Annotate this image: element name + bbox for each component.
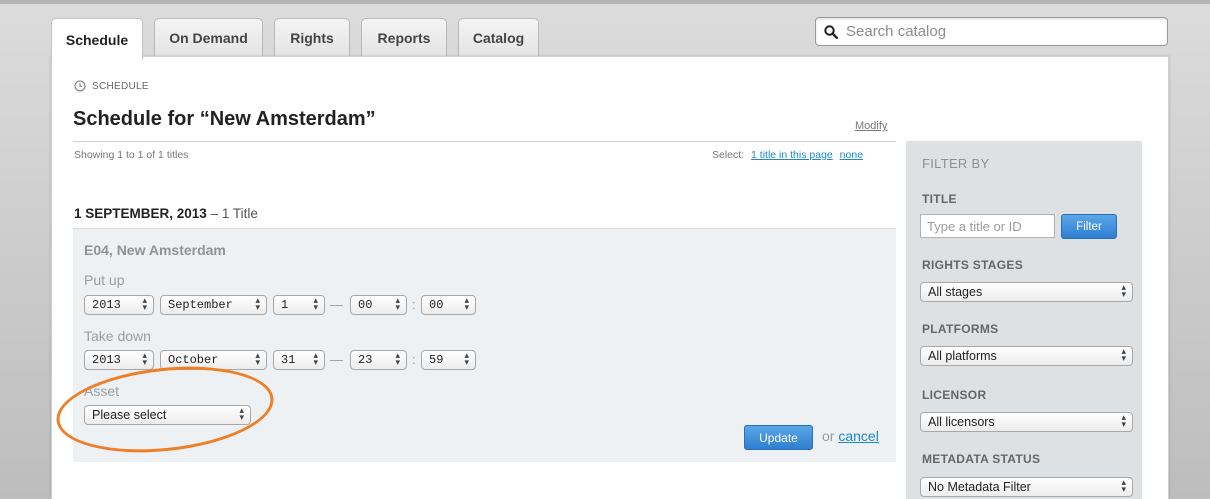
tab-reports[interactable]: Reports bbox=[361, 18, 447, 56]
search-input[interactable] bbox=[844, 22, 1164, 41]
select-value: 31 bbox=[281, 353, 296, 367]
up-down-arrows-icon: ▴ ▾ bbox=[1121, 283, 1126, 300]
take-down-month-select[interactable]: October ▴ ▾ bbox=[160, 350, 267, 370]
put-up-minute-select[interactable]: 00 ▴ ▾ bbox=[421, 295, 476, 315]
tab-on-demand[interactable]: On Demand bbox=[154, 18, 263, 56]
window-top-edge bbox=[0, 0, 1210, 4]
tab-catalog[interactable]: Catalog bbox=[458, 18, 539, 56]
page-title: Schedule for “New Amsterdam” bbox=[73, 108, 376, 130]
breadcrumb: SCHEDULE bbox=[74, 80, 149, 92]
update-button[interactable]: Update bbox=[744, 425, 813, 450]
up-down-arrows-icon: ▴ ▾ bbox=[395, 351, 400, 368]
put-up-month-select[interactable]: September ▴ ▾ bbox=[160, 295, 267, 315]
modify-link[interactable]: Modify bbox=[855, 120, 887, 132]
asset-label: Asset bbox=[84, 383, 120, 399]
filter-title-label: TITLE bbox=[922, 192, 957, 206]
up-down-arrows-icon: ▴ ▾ bbox=[313, 296, 318, 313]
rights-stages-label: RIGHTS STAGES bbox=[922, 258, 1024, 272]
up-down-arrows-icon: ▴ ▾ bbox=[1121, 413, 1126, 430]
select-value: All platforms bbox=[928, 349, 997, 363]
up-down-arrows-icon: ▴ ▾ bbox=[464, 296, 469, 313]
time-separator-colon: : bbox=[412, 297, 416, 312]
put-up-label: Put up bbox=[84, 272, 125, 288]
up-down-arrows-icon: ▴ ▾ bbox=[255, 351, 260, 368]
put-up-year-select[interactable]: 2013 ▴ ▾ bbox=[84, 295, 154, 315]
select-value: 2013 bbox=[92, 353, 121, 367]
licensor-select[interactable]: All licensors ▴ ▾ bbox=[920, 412, 1133, 432]
clock-icon bbox=[74, 80, 86, 92]
select-controls: Select: 1 title in this page none bbox=[712, 149, 863, 161]
or-text: or bbox=[822, 428, 839, 444]
select-value: Please select bbox=[92, 408, 167, 422]
up-down-arrows-icon: ▴ ▾ bbox=[142, 351, 147, 368]
up-down-arrows-icon: ▴ ▾ bbox=[1121, 478, 1126, 495]
up-down-arrows-icon: ▴ ▾ bbox=[255, 296, 260, 313]
select-value: No Metadata Filter bbox=[928, 480, 1031, 494]
date-group-count: – 1 Title bbox=[206, 206, 258, 221]
platforms-label: PLATFORMS bbox=[922, 322, 999, 336]
time-separator-dash: — bbox=[330, 297, 343, 312]
breadcrumb-label: SCHEDULE bbox=[92, 80, 149, 92]
title-filter-input[interactable] bbox=[920, 214, 1055, 238]
select-value: 2013 bbox=[92, 298, 121, 312]
search-icon bbox=[824, 24, 838, 39]
entry-title: E04, New Amsterdam bbox=[84, 242, 226, 258]
select-label: Select: bbox=[712, 149, 745, 161]
time-separator-colon: : bbox=[412, 352, 416, 367]
date-group-date: 1 SEPTEMBER, 2013 bbox=[74, 206, 207, 221]
licensor-label: LICENSOR bbox=[922, 388, 987, 402]
tab-label: Rights bbox=[290, 29, 334, 46]
cancel-link[interactable]: cancel bbox=[838, 428, 878, 444]
date-group-heading: 1 SEPTEMBER, 2013 – 1 Title bbox=[74, 206, 258, 221]
put-up-hour-select[interactable]: 00 ▴ ▾ bbox=[350, 295, 407, 315]
up-down-arrows-icon: ▴ ▾ bbox=[239, 406, 244, 423]
results-count: Showing 1 to 1 of 1 titles bbox=[74, 149, 189, 161]
take-down-minute-select[interactable]: 59 ▴ ▾ bbox=[421, 350, 476, 370]
select-value: All stages bbox=[928, 285, 983, 299]
tab-label: On Demand bbox=[169, 29, 248, 46]
take-down-day-select[interactable]: 31 ▴ ▾ bbox=[273, 350, 325, 370]
up-down-arrows-icon: ▴ ▾ bbox=[142, 296, 147, 313]
take-down-year-select[interactable]: 2013 ▴ ▾ bbox=[84, 350, 154, 370]
select-value: 00 bbox=[429, 298, 444, 312]
tab-schedule[interactable]: Schedule bbox=[51, 18, 143, 60]
up-down-arrows-icon: ▴ ▾ bbox=[1121, 347, 1126, 364]
filter-heading: FILTER BY bbox=[922, 156, 990, 171]
select-value: September bbox=[168, 298, 233, 312]
tab-label: Schedule bbox=[65, 31, 129, 48]
rights-stages-select[interactable]: All stages ▴ ▾ bbox=[920, 282, 1133, 302]
tab-label: Reports bbox=[377, 29, 431, 46]
select-value: 23 bbox=[358, 353, 373, 367]
search-box[interactable] bbox=[815, 17, 1168, 46]
take-down-label: Take down bbox=[84, 328, 151, 344]
select-page-link[interactable]: 1 title in this page bbox=[751, 149, 833, 161]
up-down-arrows-icon: ▴ ▾ bbox=[313, 351, 318, 368]
cancel-group: or cancel bbox=[822, 428, 879, 444]
asset-select[interactable]: Please select ▴ ▾ bbox=[84, 405, 251, 425]
metadata-status-label: METADATA STATUS bbox=[922, 452, 1041, 466]
up-down-arrows-icon: ▴ ▾ bbox=[395, 296, 400, 313]
select-value: All licensors bbox=[928, 415, 995, 429]
tab-label: Catalog bbox=[472, 29, 525, 46]
time-separator-dash: — bbox=[330, 352, 343, 367]
up-down-arrows-icon: ▴ ▾ bbox=[464, 351, 469, 368]
tab-rights[interactable]: Rights bbox=[274, 18, 350, 56]
platforms-select[interactable]: All platforms ▴ ▾ bbox=[920, 346, 1133, 366]
metadata-status-select[interactable]: No Metadata Filter ▴ ▾ bbox=[920, 477, 1133, 497]
select-none-link[interactable]: none bbox=[840, 149, 863, 161]
put-up-day-select[interactable]: 1 ▴ ▾ bbox=[273, 295, 325, 315]
select-value: 00 bbox=[358, 298, 373, 312]
filter-button[interactable]: Filter bbox=[1061, 214, 1117, 239]
select-value: 1 bbox=[281, 298, 289, 312]
divider bbox=[73, 141, 896, 142]
take-down-hour-select[interactable]: 23 ▴ ▾ bbox=[350, 350, 407, 370]
select-value: October bbox=[168, 353, 219, 367]
select-value: 59 bbox=[429, 353, 444, 367]
